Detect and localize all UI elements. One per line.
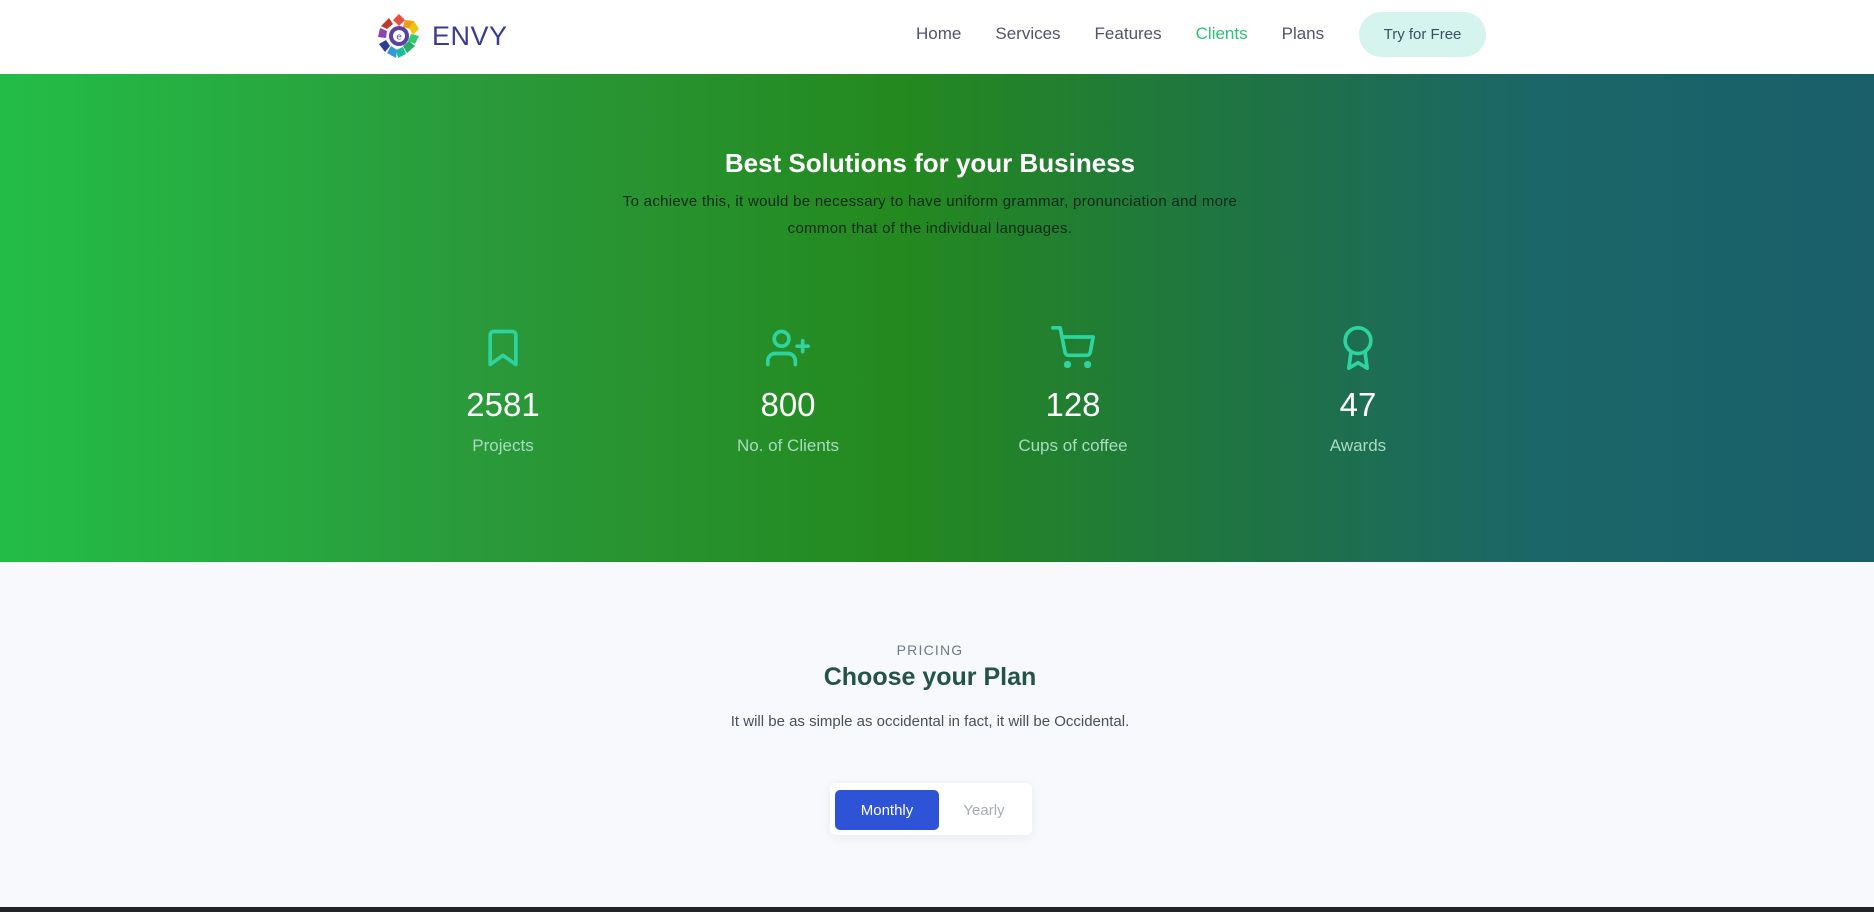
pricing-title: Choose your Plan bbox=[823, 663, 1037, 691]
nav-link-home[interactable]: Home bbox=[916, 24, 961, 44]
stat-value: 47 bbox=[1339, 386, 1377, 423]
stat-coffee: 128 Cups of coffee bbox=[963, 326, 1183, 456]
billing-period-toggle: Monthly Yearly bbox=[830, 783, 1032, 835]
envy-logo-icon: e bbox=[378, 14, 419, 58]
stat-projects: 2581 Projects bbox=[393, 326, 613, 456]
user-plus-icon bbox=[766, 329, 810, 367]
hero-title: Best Solutions for your Business bbox=[724, 148, 1136, 178]
pricing-subtitle: It will be as simple as occidental in fa… bbox=[730, 713, 1130, 730]
stat-value: 800 bbox=[760, 386, 816, 423]
stat-label: No. of Clients bbox=[736, 436, 840, 455]
stat-value: 2581 bbox=[466, 386, 540, 423]
try-for-free-button[interactable]: Try for Free bbox=[1359, 12, 1486, 57]
nav-link-clients[interactable]: Clients bbox=[1196, 24, 1248, 44]
top-navbar: e ENVY Home Services Features Clients Pl… bbox=[0, 0, 1874, 74]
shopping-cart-icon bbox=[1051, 326, 1095, 369]
hero-subtitle: To achieve this, it would be necessary t… bbox=[622, 193, 1238, 237]
bookmark-icon bbox=[488, 329, 518, 367]
yearly-toggle-button[interactable]: Yearly bbox=[942, 790, 1026, 830]
stat-label: Projects bbox=[472, 436, 534, 455]
nav-menu: Home Services Features Clients Plans bbox=[916, 24, 1358, 44]
hero-stats-section: Best Solutions for your Business To achi… bbox=[0, 74, 1874, 562]
pricing-eyebrow: PRICING bbox=[896, 642, 964, 658]
nav-link-services[interactable]: Services bbox=[995, 24, 1060, 44]
nav-link-plans[interactable]: Plans bbox=[1282, 24, 1325, 44]
stat-clients: 800 No. of Clients bbox=[678, 326, 898, 456]
stat-awards: 47 Awards bbox=[1248, 326, 1468, 456]
svg-text:e: e bbox=[396, 33, 402, 43]
monthly-toggle-button[interactable]: Monthly bbox=[835, 790, 939, 830]
brand[interactable]: e ENVY bbox=[375, 12, 508, 60]
award-icon bbox=[1343, 326, 1373, 370]
stat-value: 128 bbox=[1045, 386, 1101, 423]
bottom-edge-bar bbox=[0, 907, 1874, 912]
nav-link-features[interactable]: Features bbox=[1095, 24, 1162, 44]
brand-name: ENVY bbox=[432, 20, 508, 51]
stat-label: Awards bbox=[1329, 436, 1387, 455]
stat-label: Cups of coffee bbox=[1018, 436, 1128, 455]
